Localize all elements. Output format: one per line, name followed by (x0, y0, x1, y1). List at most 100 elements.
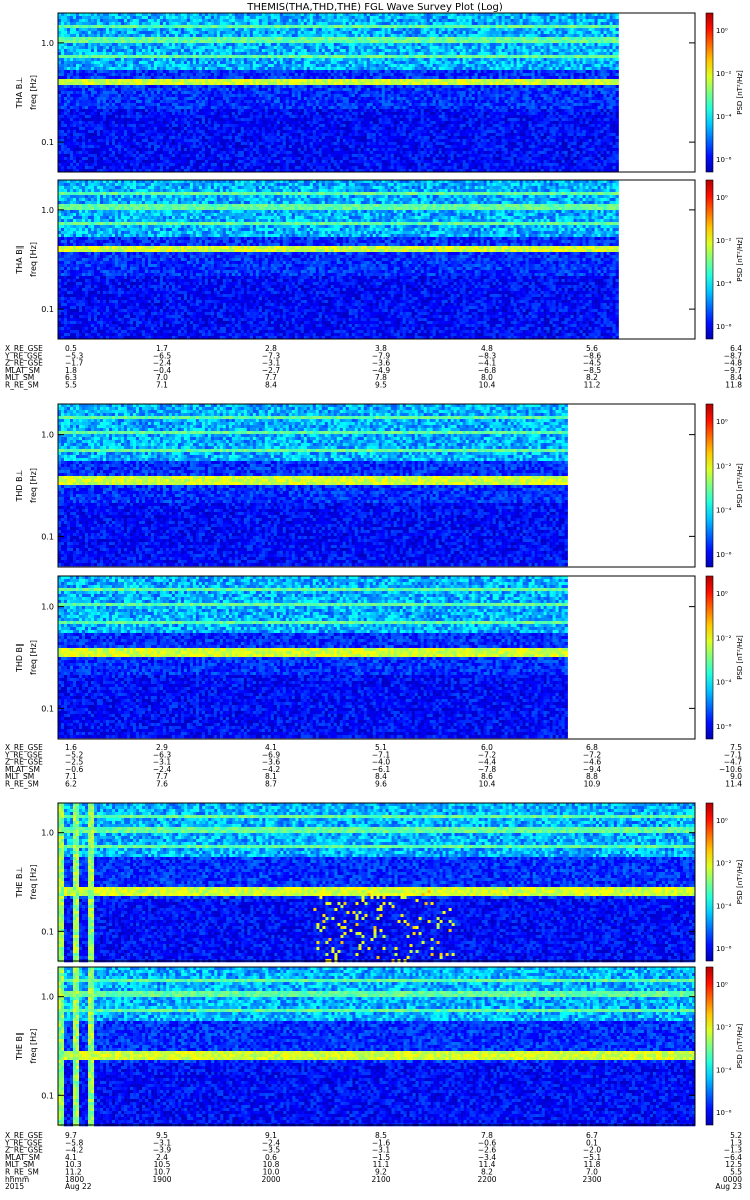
heatmap-cell (109, 19, 112, 22)
heatmap-cell (481, 16, 484, 19)
heatmap-cell (274, 16, 277, 19)
heatmap-cell (490, 16, 493, 19)
heatmap-cell (340, 16, 343, 19)
heatmap-cell (364, 16, 367, 19)
heatmap-cell (232, 16, 235, 19)
heatmap-cell (277, 19, 280, 22)
heatmap-cell (199, 19, 202, 22)
heatmap-cell (214, 16, 217, 19)
heatmap-cell (301, 19, 304, 22)
heatmap-cell (286, 19, 289, 22)
heatmap-cell (325, 16, 328, 19)
heatmap-cell (391, 19, 394, 22)
heatmap-cell (331, 16, 334, 19)
heatmap-cell (445, 16, 448, 19)
heatmap-cell (358, 16, 361, 19)
heatmap-cell (430, 16, 433, 19)
heatmap-cell (265, 19, 268, 22)
heatmap-cell (268, 16, 271, 19)
heatmap-cell (208, 16, 211, 19)
heatmap-cell (94, 16, 97, 19)
heatmap-cell (403, 19, 406, 22)
heatmap-cell (145, 19, 148, 22)
heatmap-cell (103, 16, 106, 19)
spectrogram-panels: 1.00.1THA B⊥ freq [Hz]10⁰10⁻²10⁻⁴10⁻⁶PSD … (15, 13, 744, 1126)
heatmap-cell (289, 19, 292, 22)
heatmap-cell (67, 16, 70, 19)
heatmap-cell (79, 16, 82, 19)
heatmap-cell (208, 19, 211, 22)
heatmap-cell (601, 16, 604, 19)
heatmap-cell (136, 16, 139, 19)
heatmap-cell (457, 16, 460, 19)
heatmap-cell (451, 16, 454, 19)
heatmap-cell (241, 16, 244, 19)
heatmap-cell (169, 16, 172, 19)
heatmap-cell (73, 19, 76, 22)
heatmap-cell (220, 19, 223, 22)
heatmap-cell (523, 16, 526, 19)
heatmap-cell (61, 19, 64, 22)
heatmap-cell (241, 19, 244, 22)
heatmap-cell (454, 16, 457, 19)
heatmap-cell (496, 16, 499, 19)
heatmap-cell (613, 16, 616, 19)
heatmap-cell (202, 16, 205, 19)
heatmap-cell (412, 19, 415, 22)
heatmap-cell (283, 19, 286, 22)
heatmap-cell (595, 16, 598, 19)
heatmap-cell (511, 16, 514, 19)
heatmap-cell (160, 19, 163, 22)
heatmap-cell (190, 19, 193, 22)
heatmap-cell (325, 19, 328, 22)
heatmap-cell (355, 19, 358, 22)
heatmap-cell (262, 16, 265, 19)
heatmap-cell (541, 16, 544, 19)
heatmap-cell (235, 19, 238, 22)
heatmap-cell (349, 19, 352, 22)
heatmap-cell (313, 16, 316, 19)
heatmap-cell (82, 16, 85, 19)
heatmap-cell (610, 16, 613, 19)
heatmap-cell (298, 19, 301, 22)
heatmap-cell (61, 16, 64, 19)
heatmap-cell (433, 16, 436, 19)
heatmap-cell (142, 16, 145, 19)
heatmap-cell (229, 16, 232, 19)
heatmap-cell (118, 19, 121, 22)
heatmap-cell (559, 16, 562, 19)
heatmap-cell (304, 16, 307, 19)
heatmap-cell (196, 16, 199, 19)
heatmap-cell (376, 16, 379, 19)
heatmap-cell (487, 16, 490, 19)
heatmap-cell (184, 16, 187, 19)
heatmap-cell (580, 16, 583, 19)
heatmap-cell (577, 16, 580, 19)
heatmap-cell (415, 16, 418, 19)
heatmap-cell (268, 19, 271, 22)
heatmap-cell (199, 16, 202, 19)
heatmap-cell (400, 19, 403, 22)
heatmap-cell (253, 19, 256, 22)
heatmap-cell (151, 16, 154, 19)
heatmap-cell (247, 19, 250, 22)
heatmap-cell (226, 19, 229, 22)
heatmap-cell (193, 19, 196, 22)
heatmap-cell (256, 16, 259, 19)
heatmap-cell (100, 19, 103, 22)
heatmap-cell (565, 16, 568, 19)
heatmap-cell (532, 16, 535, 19)
heatmap-cell (394, 19, 397, 22)
heatmap-cell (169, 19, 172, 22)
heatmap-cell (316, 16, 319, 19)
heatmap-cell (334, 19, 337, 22)
heatmap-cell (244, 19, 247, 22)
heatmap-cell (223, 16, 226, 19)
heatmap-cell (355, 16, 358, 19)
heatmap-cell (151, 19, 154, 22)
heatmap-cell (526, 16, 529, 19)
heatmap-cell (382, 16, 385, 19)
heatmap-cell (130, 19, 133, 22)
heatmap-cell (439, 16, 442, 19)
heatmap-cell (121, 16, 124, 19)
